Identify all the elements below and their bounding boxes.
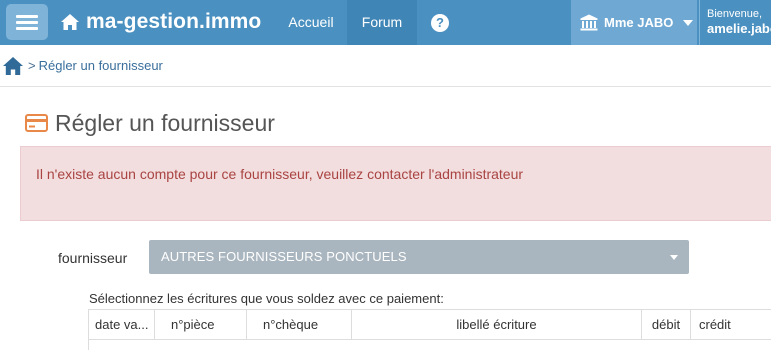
bank-icon	[580, 14, 598, 31]
breadcrumb-current[interactable]: Régler un fournisseur	[39, 58, 163, 73]
page-header: Régler un fournisseur	[25, 108, 275, 138]
fournisseur-label: fournisseur	[58, 250, 128, 266]
hamburger-icon	[16, 15, 38, 18]
top-navbar: ma-gestion.immo Accueil Forum ? Mme JABO…	[0, 0, 771, 45]
user-label: Mme JABO	[604, 15, 674, 30]
home-icon	[61, 14, 79, 30]
hamburger-menu-button[interactable]	[6, 4, 48, 40]
help-button[interactable]: ?	[426, 0, 454, 45]
column-header-piece[interactable]: n°pièce	[155, 310, 247, 340]
welcome-username: amelie.jabo	[707, 21, 771, 36]
table-header-row: date va... n°pièce n°chèque libellé écri…	[89, 310, 771, 340]
nav-accueil[interactable]: Accueil	[276, 0, 346, 45]
column-header-credit[interactable]: crédit	[691, 310, 771, 340]
hamburger-icon-line	[16, 27, 38, 30]
welcome-block: Bienvenue, amelie.jabo	[699, 0, 771, 45]
table-caption: Sélectionnez les écritures que vous sold…	[89, 291, 444, 306]
chevron-down-icon	[683, 19, 694, 26]
user-account-dropdown[interactable]: Mme JABO	[571, 0, 697, 45]
column-header-cheque[interactable]: n°chèque	[247, 310, 352, 340]
page-title: Régler un fournisseur	[55, 109, 275, 136]
fournisseur-select[interactable]: AUTRES FOURNISSEURS PONCTUELS	[149, 240, 689, 274]
ecritures-table: date va... n°pièce n°chèque libellé écri…	[88, 309, 771, 350]
brand-link[interactable]: ma-gestion.immo	[60, 9, 261, 35]
alert-message: Il n'existe aucun compte pour ce fournis…	[36, 166, 524, 182]
breadcrumb: > Régler un fournisseur	[0, 45, 771, 87]
welcome-label: Bienvenue,	[707, 8, 763, 20]
column-header-libelle[interactable]: libellé écriture	[352, 310, 642, 340]
column-header-date[interactable]: date va...	[89, 310, 155, 340]
fournisseur-selected-value: AUTRES FOURNISSEURS PONCTUELS	[161, 249, 407, 264]
credit-card-icon	[25, 114, 48, 132]
brand-name: ma-gestion.immo	[86, 10, 262, 33]
chevron-down-icon	[670, 255, 678, 260]
nav-forum[interactable]: Forum	[347, 0, 417, 45]
home-icon[interactable]	[2, 56, 24, 76]
hamburger-icon-line	[16, 21, 38, 24]
error-alert: Il n'existe aucun compte pour ce fournis…	[20, 146, 771, 221]
column-header-debit[interactable]: débit	[642, 310, 691, 340]
help-icon: ?	[431, 13, 449, 32]
breadcrumb-separator: >	[28, 58, 36, 73]
